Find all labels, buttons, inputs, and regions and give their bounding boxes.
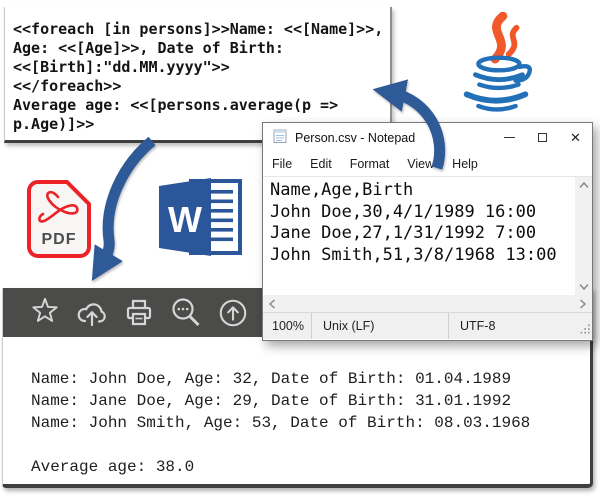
chevron-right-icon[interactable] xyxy=(579,298,587,310)
java-logo-icon xyxy=(452,12,540,116)
close-icon: ✕ xyxy=(570,131,581,144)
status-line-ending: Unix (LF) xyxy=(312,313,448,339)
star-icon[interactable] xyxy=(28,296,62,330)
arrow-up-circle-icon[interactable] xyxy=(216,296,250,330)
pdf-label: PDF xyxy=(42,231,77,248)
horizontal-scrollbar[interactable] xyxy=(263,295,592,312)
window-title: Person.csv - Notepad xyxy=(295,131,493,145)
menu-help[interactable]: Help xyxy=(443,153,487,175)
composite-illustration: <<foreach [in persons]>>Name: <<[Name]>>… xyxy=(0,0,600,500)
chevron-down-icon[interactable] xyxy=(578,283,590,291)
csv-line: Name,Age,Birth xyxy=(270,180,575,202)
cloud-upload-icon[interactable] xyxy=(75,296,109,330)
vertical-scrollbar[interactable] xyxy=(575,177,592,295)
minimize-icon xyxy=(504,137,515,139)
csv-line: John Smith,51,3/8/1968 13:00 xyxy=(270,245,575,267)
notepad-menubar: File Edit Format View Help xyxy=(263,152,592,177)
chevron-up-icon[interactable] xyxy=(578,181,590,189)
maximize-icon xyxy=(538,133,547,142)
word-file-icon: W xyxy=(159,176,244,258)
menu-file[interactable]: File xyxy=(263,153,301,175)
arrow-template-to-output xyxy=(102,141,152,264)
word-label: W xyxy=(168,199,202,240)
template-code-line: <<[Birth]:"dd.MM.yyyy">> xyxy=(13,58,390,77)
notepad-titlebar[interactable]: Person.csv - Notepad ✕ xyxy=(263,123,592,152)
menu-edit[interactable]: Edit xyxy=(301,153,341,175)
template-code-line: Average age: <<[persons.average(p => xyxy=(13,96,390,115)
notepad-text-area[interactable]: Name,Age,Birth John Doe,30,4/1/1989 16:0… xyxy=(263,177,575,295)
close-button[interactable]: ✕ xyxy=(559,123,592,152)
notepad-statusbar: 100% Unix (LF) UTF-8 xyxy=(263,312,592,339)
pdf-file-icon: PDF xyxy=(27,180,91,258)
minimize-button[interactable] xyxy=(493,123,526,152)
template-code-line: Age: <<[Age]>>, Date of Birth: xyxy=(13,39,390,58)
notepad-window: Person.csv - Notepad ✕ File Edit Format … xyxy=(262,122,593,341)
output-line: Name: John Doe, Age: 32, Date of Birth: … xyxy=(31,368,590,390)
output-line: Name: Jane Doe, Age: 29, Date of Birth: … xyxy=(31,390,590,412)
menu-view[interactable]: View xyxy=(398,153,443,175)
menu-format[interactable]: Format xyxy=(341,153,399,175)
maximize-button[interactable] xyxy=(526,123,559,152)
print-icon[interactable] xyxy=(122,296,156,330)
template-code-line: <<foreach [in persons]>>Name: <<[Name]>>… xyxy=(13,20,390,39)
output-line: Name: John Smith, Age: 53, Date of Birth… xyxy=(31,412,590,434)
csv-line: John Doe,30,4/1/1989 16:00 xyxy=(270,202,575,224)
merged-output-text: Name: John Doe, Age: 32, Date of Birth: … xyxy=(3,337,590,478)
zoom-search-icon[interactable] xyxy=(169,296,203,330)
resize-grip-icon[interactable] xyxy=(580,323,590,337)
status-encoding: UTF-8 xyxy=(449,313,592,339)
template-code-line: <</foreach>> xyxy=(13,77,390,96)
csv-line: Jane Doe,27,1/31/1992 7:00 xyxy=(270,223,575,245)
output-average-line: Average age: 38.0 xyxy=(31,456,590,478)
status-zoom: 100% xyxy=(263,313,311,339)
chevron-left-icon[interactable] xyxy=(268,298,276,310)
notepad-file-icon xyxy=(272,128,288,147)
